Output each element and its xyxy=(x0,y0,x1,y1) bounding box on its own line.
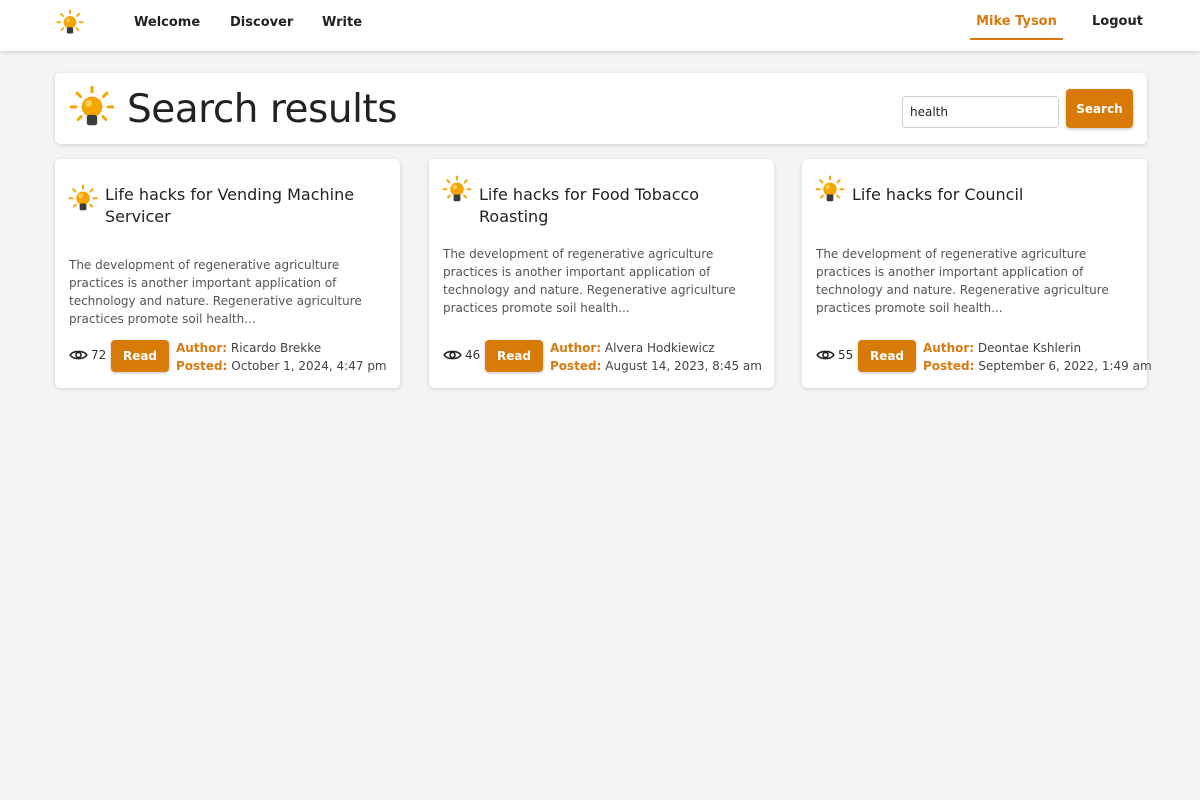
posted-date: September 6, 2022, 1:49 am xyxy=(978,359,1152,373)
lightbulb-icon xyxy=(442,175,472,202)
article-meta: Author: Ricardo Brekke Posted: October 1… xyxy=(176,339,387,375)
read-button[interactable]: Read xyxy=(485,340,543,372)
article-footer: 55 Read Author: Deontae Kshlerin Posted:… xyxy=(816,339,1152,375)
nav-user-profile[interactable]: Mike Tyson xyxy=(970,0,1063,40)
article-excerpt: The development of regenerative agricult… xyxy=(443,247,736,315)
article-footer: 46 Read Author: Alvera Hodkiewicz Posted… xyxy=(443,339,768,375)
search-input[interactable] xyxy=(902,96,1059,128)
article-meta: Author: Alvera Hodkiewicz Posted: August… xyxy=(550,339,762,375)
posted-date: August 14, 2023, 8:45 am xyxy=(605,359,762,373)
page-title: Search results xyxy=(127,87,398,132)
eye-icon xyxy=(69,350,88,360)
article-card: Life hacks for Council The development o… xyxy=(802,159,1152,388)
article-excerpt: The development of regenerative agricult… xyxy=(69,258,362,326)
author-label: Author: xyxy=(550,341,602,355)
author-name: Ricardo Brekke xyxy=(230,341,322,355)
view-count: 72 xyxy=(91,348,107,362)
eye-icon xyxy=(443,350,462,360)
lightbulb-icon xyxy=(815,175,845,202)
article-title[interactable]: Life hacks for Food Tobacco Roasting xyxy=(479,184,764,228)
read-button[interactable]: Read xyxy=(858,340,916,372)
lightbulb-icon[interactable] xyxy=(56,9,84,37)
posted-label: Posted: xyxy=(923,359,975,373)
article-title[interactable]: Life hacks for Vending Machine Servicer xyxy=(105,184,390,228)
article-title[interactable]: Life hacks for Council xyxy=(852,184,1137,206)
eye-icon xyxy=(816,350,835,360)
posted-label: Posted: xyxy=(176,359,228,373)
view-count: 46 xyxy=(465,348,481,362)
search-button[interactable]: Search xyxy=(1066,89,1133,128)
nav-link-discover[interactable]: Discover xyxy=(230,15,293,30)
search-header: Search results Search xyxy=(55,73,1147,144)
read-button[interactable]: Read xyxy=(111,340,169,372)
lightbulb-icon xyxy=(68,184,98,211)
posted-date: October 1, 2024, 4:47 pm xyxy=(231,359,387,373)
logout-link[interactable]: Logout xyxy=(1092,14,1143,29)
article-meta: Author: Deontae Kshlerin Posted: Septemb… xyxy=(923,339,1152,375)
author-name: Alvera Hodkiewicz xyxy=(604,341,715,355)
author-label: Author: xyxy=(923,341,975,355)
article-excerpt: The development of regenerative agricult… xyxy=(816,247,1109,315)
article-footer: 72 Read Author: Ricardo Brekke Posted: O… xyxy=(69,339,394,375)
view-count: 55 xyxy=(838,348,854,362)
nav-link-welcome[interactable]: Welcome xyxy=(134,15,200,30)
article-card: Life hacks for Vending Machine Servicer … xyxy=(55,159,400,388)
posted-label: Posted: xyxy=(550,359,602,373)
author-label: Author: xyxy=(176,341,228,355)
article-card: Life hacks for Food Tobacco Roasting The… xyxy=(429,159,774,388)
lightbulb-icon xyxy=(69,85,115,126)
author-name: Deontae Kshlerin xyxy=(977,341,1082,355)
navbar: Welcome Discover Write Mike Tyson Logout xyxy=(0,0,1200,51)
nav-link-write[interactable]: Write xyxy=(322,15,362,30)
